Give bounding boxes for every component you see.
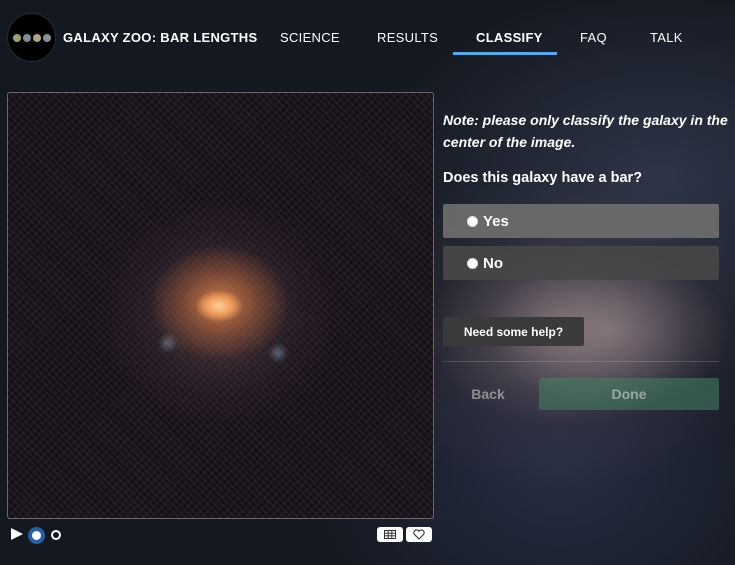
answer-no[interactable]: No [443,246,719,280]
grid-icon [384,530,396,539]
frame-1-toggle[interactable] [28,527,45,544]
project-logo[interactable] [8,14,55,61]
nav-results[interactable]: RESULTS [377,30,438,45]
play-frames-button[interactable] [10,527,24,541]
active-tab-indicator [453,52,557,55]
top-navigation: GALAXY ZOO: BAR LENGTHS SCIENCE RESULTS … [0,0,735,75]
metadata-button[interactable] [377,527,403,542]
back-button[interactable]: Back [443,378,533,410]
logo-galaxy-dot [22,33,31,42]
nav-talk[interactable]: TALK [650,30,683,45]
task-question: Does this galaxy have a bar? [443,170,643,186]
project-title[interactable]: GALAXY ZOO: BAR LENGTHS [63,30,257,45]
radio-icon [467,215,478,227]
help-button[interactable]: Need some help? [443,317,584,346]
nav-classify[interactable]: CLASSIFY [476,30,543,45]
radio-icon [467,257,478,269]
nav-science[interactable]: SCIENCE [280,30,340,45]
play-icon [11,528,23,540]
answer-label: Yes [483,212,509,230]
logo-galaxy-dot [42,33,51,42]
answer-yes[interactable]: Yes [443,204,719,238]
divider [443,361,719,362]
heart-icon [413,529,425,540]
frame-2-toggle[interactable] [51,530,61,540]
answer-label: No [483,254,503,272]
favorite-button[interactable] [406,527,432,542]
logo-galaxy-dot [32,33,41,42]
logo-galaxy-dot [12,33,21,42]
galaxy-subject-image[interactable] [7,92,434,519]
done-button[interactable]: Done [539,378,719,410]
task-note: Note: please only classify the galaxy in… [443,112,728,150]
nav-faq[interactable]: FAQ [580,30,607,45]
